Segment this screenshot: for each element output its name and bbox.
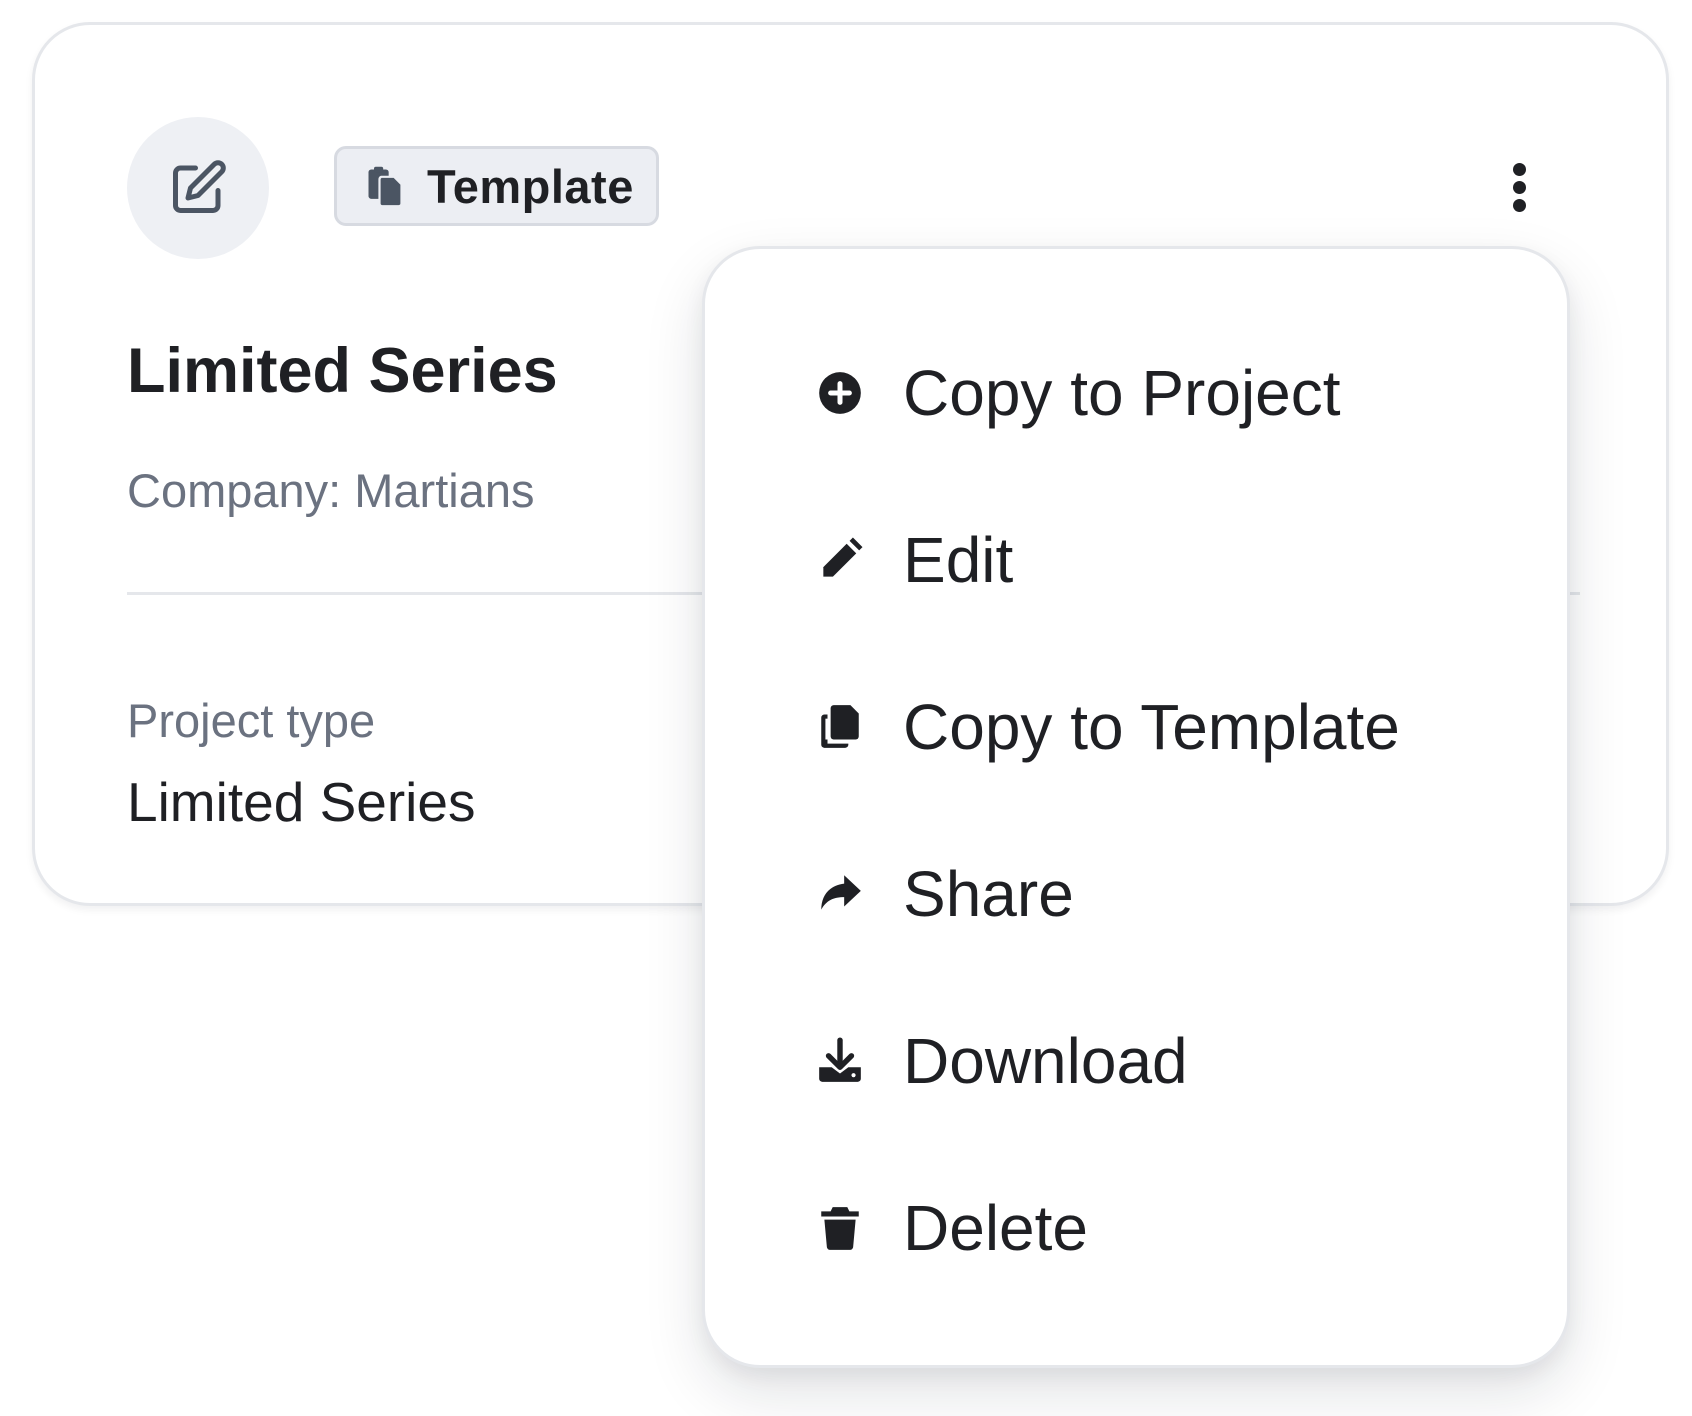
clipboard-copy-icon bbox=[368, 166, 403, 208]
menu-item-label: Download bbox=[903, 1025, 1188, 1097]
trash-icon bbox=[815, 1203, 865, 1253]
badge-label: Template bbox=[427, 159, 634, 213]
menu-item-download[interactable]: Download bbox=[815, 1001, 1188, 1121]
kebab-dot bbox=[1512, 162, 1526, 176]
download-icon bbox=[815, 1036, 865, 1086]
edit-square-icon bbox=[173, 160, 226, 213]
menu-item-copy-to-project[interactable]: Copy to Project bbox=[815, 333, 1341, 453]
share-icon bbox=[815, 869, 865, 919]
kebab-dot bbox=[1512, 180, 1526, 194]
actions-dropdown-menu: Copy to Project Edit Copy to Template Sh… bbox=[702, 246, 1570, 1368]
menu-item-label: Edit bbox=[903, 524, 1014, 596]
pencil-icon bbox=[815, 535, 865, 585]
card-title: Limited Series bbox=[127, 336, 558, 406]
menu-item-label: Copy to Template bbox=[903, 691, 1400, 763]
menu-item-delete[interactable]: Delete bbox=[815, 1168, 1088, 1288]
edit-avatar[interactable] bbox=[127, 117, 269, 259]
menu-item-copy-to-template[interactable]: Copy to Template bbox=[815, 667, 1400, 787]
menu-item-label: Copy to Project bbox=[903, 357, 1341, 429]
menu-item-edit[interactable]: Edit bbox=[815, 500, 1013, 620]
copy-icon bbox=[815, 702, 865, 752]
kebab-dot bbox=[1512, 198, 1526, 212]
more-options-button[interactable] bbox=[1495, 153, 1543, 221]
project-type-label: Project type bbox=[127, 694, 376, 747]
menu-item-label: Share bbox=[903, 858, 1074, 930]
plus-circle-icon bbox=[815, 368, 865, 418]
template-badge: Template bbox=[334, 146, 659, 226]
menu-item-share[interactable]: Share bbox=[815, 834, 1074, 954]
company-text: Company: Martians bbox=[127, 464, 535, 517]
project-type-value: Limited Series bbox=[127, 771, 476, 833]
menu-item-label: Delete bbox=[903, 1192, 1088, 1264]
